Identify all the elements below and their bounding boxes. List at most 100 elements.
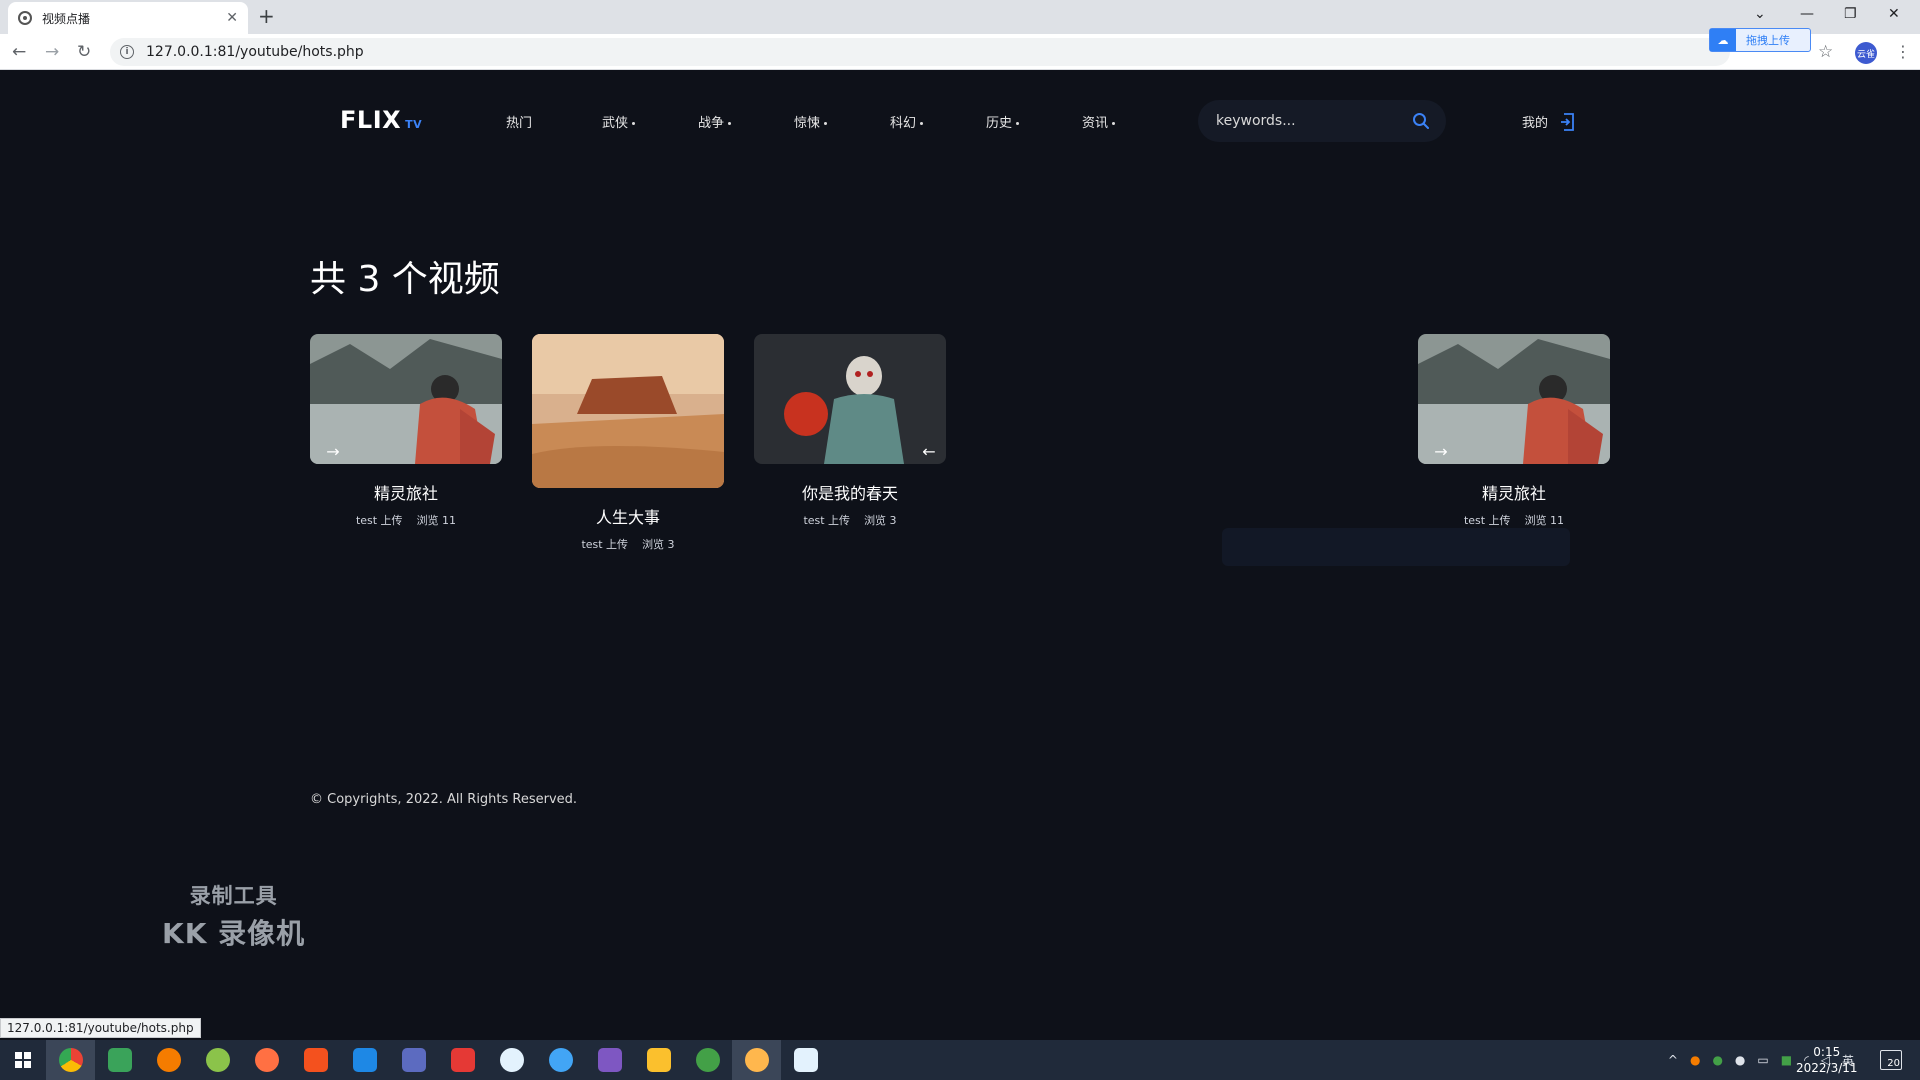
video-card[interactable]: 人生大事 test 上传 浏览 3 [532, 334, 724, 552]
arrow-right-icon[interactable]: → [1424, 438, 1458, 464]
taskbar-app[interactable] [291, 1040, 340, 1080]
video-card[interactable]: ← 你是我的春天 test 上传 浏览 3 [754, 334, 946, 528]
site-info-icon[interactable]: i [120, 45, 134, 59]
taskbar-app[interactable] [95, 1040, 144, 1080]
tray-search-icon[interactable]: ● [1690, 1053, 1700, 1067]
my-account-link[interactable]: 我的 [1522, 112, 1576, 131]
video-title[interactable]: 精灵旅社 [1418, 480, 1610, 504]
dropdown-dot-icon [1016, 122, 1020, 125]
window-close-icon[interactable]: ✕ [1888, 6, 1900, 22]
taskbar-app[interactable] [732, 1040, 781, 1080]
taskbar-app[interactable] [585, 1040, 634, 1080]
taskbar-app[interactable] [340, 1040, 389, 1080]
nav-label: 武侠 [602, 116, 629, 131]
video-title[interactable]: 人生大事 [532, 504, 724, 528]
search-icon[interactable] [1412, 112, 1430, 130]
restore-icon[interactable]: ❐ [1844, 6, 1857, 22]
leaf-icon [205, 1048, 230, 1072]
tab-search-icon[interactable]: ⌄ [1754, 6, 1766, 22]
new-tab-icon[interactable]: + [258, 6, 275, 26]
tray-green-icon[interactable]: ■ [1781, 1053, 1792, 1067]
video-card[interactable]: → 精灵旅社 test 上传 浏览 11 [1418, 334, 1610, 528]
views-text: 浏览 11 [416, 514, 457, 527]
forward-icon[interactable]: → [45, 42, 59, 62]
menu-icon[interactable]: ⋮ [1895, 42, 1911, 61]
nav-label: 惊悚 [794, 116, 821, 131]
tray-app-icon[interactable]: ● [1735, 1053, 1745, 1067]
video-thumbnail[interactable]: → [1418, 334, 1610, 464]
arrow-left-icon[interactable]: ← [912, 438, 946, 464]
taskbar-app[interactable] [193, 1040, 242, 1080]
folder-icon [646, 1048, 671, 1072]
nav-item-wuxia[interactable]: 武侠 [602, 112, 698, 131]
chevron-up-icon[interactable]: ^ [1668, 1053, 1678, 1067]
nav-item-war[interactable]: 战争 [698, 112, 794, 131]
minimize-icon[interactable]: — [1800, 6, 1814, 22]
start-button[interactable] [0, 1040, 46, 1080]
search-placeholder: keywords... [1216, 113, 1296, 129]
upload-label: 拖拽上传 [1746, 34, 1790, 47]
battery-icon[interactable]: ▭ [1757, 1053, 1768, 1067]
close-tab-icon[interactable]: ✕ [226, 10, 238, 26]
taskbar-app[interactable] [487, 1040, 536, 1080]
taskbar-app[interactable] [781, 1040, 830, 1080]
search-input[interactable]: keywords... [1198, 100, 1446, 142]
taskbar-app[interactable] [536, 1040, 585, 1080]
login-icon [1561, 112, 1574, 131]
arrow-right-icon[interactable]: → [316, 438, 350, 464]
recorder-icon [744, 1048, 769, 1072]
video-title[interactable]: 你是我的春天 [754, 480, 946, 504]
video-title[interactable]: 精灵旅社 [310, 480, 502, 504]
tab-title: 视频点播 [42, 11, 91, 26]
reload-icon[interactable]: ↻ [77, 42, 91, 62]
video-meta: test 上传 浏览 11 [1418, 512, 1610, 528]
site-logo[interactable]: FLIX TV [340, 106, 422, 134]
windows-icon [15, 1052, 31, 1068]
taskbar-app[interactable] [242, 1040, 291, 1080]
taskbar-app[interactable] [683, 1040, 732, 1080]
taskbar-app[interactable] [144, 1040, 193, 1080]
search-tool-icon [156, 1048, 181, 1072]
back-icon[interactable]: ← [12, 42, 26, 62]
nav-item-history[interactable]: 历史 [986, 112, 1082, 131]
nav-item-thriller[interactable]: 惊悚 [794, 112, 890, 131]
nav-label: 战争 [698, 116, 725, 131]
taskbar-app[interactable] [389, 1040, 438, 1080]
tray-wechat-icon[interactable]: ● [1712, 1053, 1722, 1067]
system-clock[interactable]: 0:15 2022/3/11 [1796, 1044, 1858, 1076]
watermark-line2: KK 录像机 [162, 917, 306, 950]
logo-text: FLIX [340, 106, 402, 134]
browser-tab[interactable]: 视频点播 ✕ [8, 2, 248, 34]
globe-icon [18, 11, 32, 25]
profile-avatar[interactable]: 云雀 [1855, 42, 1877, 64]
taskbar-chrome[interactable] [46, 1040, 95, 1080]
nav-item-scifi[interactable]: 科幻 [890, 112, 986, 131]
nav-item-hot[interactable]: 热门 [506, 112, 602, 131]
notification-center-icon[interactable]: 20 [1880, 1050, 1902, 1070]
video-thumbnail[interactable]: → [310, 334, 502, 464]
video-card[interactable]: → 精灵旅社 test 上传 浏览 11 [310, 334, 502, 528]
bookmark-star-icon[interactable]: ☆ [1818, 42, 1833, 62]
link-status-bar: 127.0.0.1:81/youtube/hots.php [0, 1018, 201, 1038]
clock-date: 2022/3/11 [1796, 1061, 1858, 1075]
cloud-app-icon [793, 1048, 818, 1072]
dropdown-dot-icon [1112, 122, 1116, 125]
uploader-text: test 上传 [1463, 514, 1511, 527]
video-thumbnail[interactable] [532, 334, 724, 488]
browser-tab-bar: 视频点播 ✕ + ⌄ — ❐ ✕ [0, 0, 1920, 34]
url-input[interactable]: i 127.0.0.1:81/youtube/hots.php [110, 38, 1730, 66]
video-meta: test 上传 浏览 11 [310, 512, 502, 528]
footer-copyright: © Copyrights, 2022. All Rights Reserved. [310, 792, 578, 807]
upload-button[interactable]: ☁ 拖拽上传 [1709, 28, 1811, 52]
logo-sub: TV [405, 118, 423, 131]
taskbar-app[interactable] [634, 1040, 683, 1080]
taskbar-app[interactable] [438, 1040, 487, 1080]
uploader-text: test 上传 [355, 514, 403, 527]
clock-time: 0:15 [1813, 1045, 1841, 1059]
chrome-icon [58, 1048, 83, 1072]
nav-item-news[interactable]: 资讯 [1082, 112, 1178, 131]
video-meta: test 上传 浏览 3 [532, 536, 724, 552]
address-bar-row: ← → ↻ i 127.0.0.1:81/youtube/hots.php [0, 34, 1920, 70]
video-thumbnail[interactable]: ← [754, 334, 946, 464]
watermark-line1: 录制工具 [189, 884, 278, 908]
